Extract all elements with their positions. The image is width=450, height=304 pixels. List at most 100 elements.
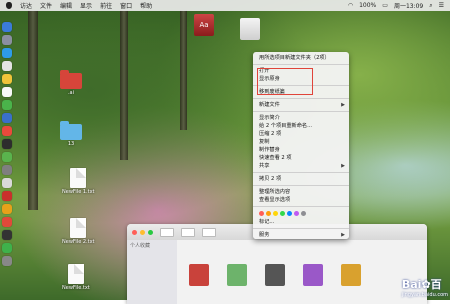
menu-item-share[interactable]: 共享 ▶	[253, 162, 349, 170]
menu-item-copy[interactable]: 拷贝 2 项	[253, 175, 349, 183]
finder-dock-icon[interactable]	[2, 22, 12, 32]
watermark-url: jingyan.baidu.com	[401, 292, 448, 298]
search-icon[interactable]: ⌕	[429, 2, 432, 10]
tag-gray-icon[interactable]	[301, 211, 306, 216]
menu-item-get-info[interactable]: 显示简介	[253, 114, 349, 122]
trash-dock-icon[interactable]	[2, 256, 12, 266]
menu-item-make-alias[interactable]: 制作替身	[253, 146, 349, 154]
menu-bar: 访达 文件 编辑 显示 前往 窗口 帮助 ◠ 100% ▭ 周一13:09 ⌕ …	[0, 0, 450, 11]
yandex-dock-icon[interactable]	[2, 191, 12, 201]
newfile2-desktop-icon[interactable]: NewFile 2.txt	[62, 218, 95, 245]
menu-item-duplicate[interactable]: 复制	[253, 138, 349, 146]
menu-item-label: 制作替身	[259, 147, 280, 153]
tag-blue-icon[interactable]	[287, 211, 292, 216]
safari-dock-icon[interactable]	[2, 48, 12, 58]
arrange-button[interactable]	[202, 227, 216, 237]
menu-view[interactable]: 显示	[80, 1, 92, 10]
baidu-watermark: Bai✿百 jingyan.baidu.com	[402, 276, 448, 298]
menu-item-label: 新建文件	[259, 102, 280, 108]
tag-orange-icon[interactable]	[266, 211, 271, 216]
back-button[interactable]	[160, 227, 174, 237]
minimize-button[interactable]	[140, 229, 145, 235]
app-dock-icon[interactable]	[2, 243, 12, 253]
menu-edit[interactable]: 编辑	[60, 1, 72, 10]
music-dock-icon[interactable]	[2, 126, 12, 136]
file-thumbnail[interactable]	[303, 264, 323, 286]
red-folder-desktop-icon[interactable]: .ai	[60, 70, 82, 96]
wifi-icon[interactable]: ◠	[348, 2, 353, 9]
menu-item-label: 查看显示选项	[259, 197, 291, 203]
tag-red-icon[interactable]	[259, 211, 264, 216]
dictionary-desktop-icon[interactable]: Aa	[194, 14, 214, 37]
menu-item-tags[interactable]: 标记...	[253, 218, 349, 226]
app-dock-icon[interactable]	[2, 230, 12, 240]
launchpad-dock-icon[interactable]	[2, 35, 12, 45]
sidebar-section-label: 个人收藏	[130, 243, 151, 249]
app-dock-icon[interactable]	[2, 217, 12, 227]
apple-icon[interactable]	[6, 2, 12, 9]
tag-green-icon[interactable]	[280, 211, 285, 216]
preview-desktop-icon[interactable]	[240, 18, 260, 41]
messages-dock-icon[interactable]	[2, 100, 12, 110]
text-file-icon	[70, 218, 87, 238]
tree-trunk	[120, 10, 128, 160]
file-thumbnail[interactable]	[265, 264, 285, 286]
newfile1-desktop-icon[interactable]: NewFile 1.txt	[62, 168, 95, 195]
notes-dock-icon[interactable]	[2, 74, 12, 84]
menu-item-quick-look[interactable]: 快速查看 2 项	[253, 154, 349, 162]
menu-item-new-folder-with-selection[interactable]: 用所选项目新建文件夹（2项）	[253, 54, 349, 62]
menu-item-new-file[interactable]: 新建文件 ▶	[253, 101, 349, 109]
paw-icon: ✿	[421, 278, 431, 291]
view-toggle-button[interactable]	[181, 227, 195, 237]
menu-item-clean-up-selection[interactable]: 整理所选内容	[253, 188, 349, 196]
desktop-icon-label: .ai	[67, 90, 75, 96]
blue-folder-desktop-icon[interactable]: 13	[60, 121, 82, 147]
chevron-right-icon: ▶	[341, 163, 345, 169]
file-thumbnail[interactable]	[227, 264, 247, 286]
menu-item-label: 标记...	[259, 219, 275, 225]
tag-yellow-icon[interactable]	[273, 211, 278, 216]
newfile-desktop-icon[interactable]: NewFile.txt	[62, 264, 90, 291]
menu-item-rename[interactable]: 给 2 个项目重新命名...	[253, 122, 349, 130]
zoom-button[interactable]	[148, 229, 153, 235]
settings-dock-icon[interactable]	[2, 165, 12, 175]
menu-window[interactable]: 窗口	[120, 1, 132, 10]
battery-icon[interactable]: ▭	[382, 2, 388, 9]
menu-separator	[253, 111, 349, 112]
tag-purple-icon[interactable]	[294, 211, 299, 216]
desktop-icon-label: NewFile 2.txt	[62, 239, 95, 245]
clock[interactable]: 周一13:09	[394, 1, 423, 10]
browser-dock-icon[interactable]	[2, 204, 12, 214]
notification-icon[interactable]: ☰	[439, 2, 444, 9]
menu-item-services[interactable]: 服务 ▶	[253, 231, 349, 239]
watermark-brand: Bai	[401, 278, 422, 291]
menu-finder[interactable]: 访达	[20, 1, 32, 10]
finder-sidebar: 个人收藏	[127, 240, 177, 304]
file-thumbnail[interactable]	[189, 264, 209, 286]
terminal-dock-icon[interactable]	[2, 139, 12, 149]
menu-go[interactable]: 前往	[100, 1, 112, 10]
watermark-brand-2: 百	[430, 278, 442, 291]
text-file-icon	[70, 168, 87, 188]
mail-dock-icon[interactable]	[2, 61, 12, 71]
app-dock-icon[interactable]	[2, 178, 12, 188]
chevron-right-icon: ▶	[341, 232, 345, 238]
menu-file[interactable]: 文件	[40, 1, 52, 10]
battery-percent[interactable]: 100%	[359, 2, 376, 9]
desktop-icon-label: NewFile.txt	[62, 285, 90, 291]
menu-separator	[253, 64, 349, 65]
menu-separator	[253, 185, 349, 186]
file-thumbnail[interactable]	[341, 264, 361, 286]
finder-content	[189, 264, 361, 286]
wechat-dock-icon[interactable]	[2, 152, 12, 162]
preview-icon	[240, 18, 260, 40]
menu-separator	[253, 172, 349, 173]
tree-trunk	[28, 10, 38, 210]
close-button[interactable]	[132, 229, 137, 235]
qq-dock-icon[interactable]	[2, 113, 12, 123]
menu-item-show-view-options[interactable]: 查看显示选项	[253, 196, 349, 204]
menu-help[interactable]: 帮助	[140, 1, 152, 10]
calendar-dock-icon[interactable]	[2, 87, 12, 97]
menu-item-compress[interactable]: 压缩 2 项	[253, 130, 349, 138]
menu-separator	[253, 228, 349, 229]
